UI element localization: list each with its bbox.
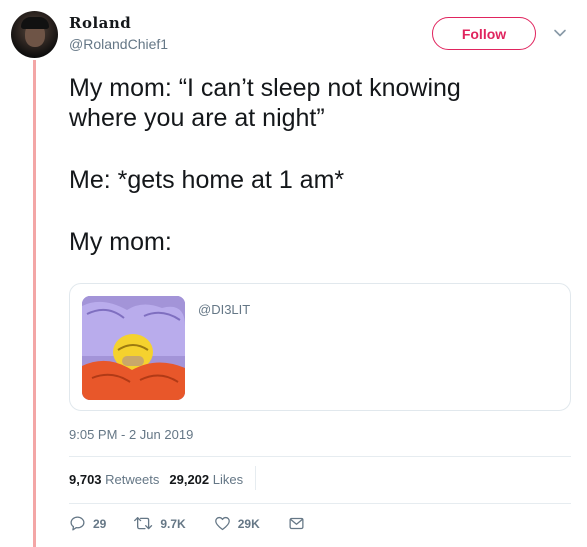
display-name[interactable]: Roland xyxy=(69,14,131,32)
media-source-handle[interactable]: @DI3LIT xyxy=(198,302,250,317)
reply-button[interactable]: 29 xyxy=(69,515,106,532)
chevron-down-icon[interactable] xyxy=(553,26,567,40)
media-card[interactable]: @DI3LIT xyxy=(69,283,571,411)
avatar[interactable] xyxy=(11,11,58,58)
timestamp[interactable]: 9:05 PM - 2 Jun 2019 xyxy=(69,427,193,442)
sleeping-character-image xyxy=(82,296,185,400)
follow-button[interactable]: Follow xyxy=(432,17,536,50)
retweet-button[interactable]: 9.7K xyxy=(134,515,186,532)
divider xyxy=(69,456,571,457)
likes-label: Likes xyxy=(212,472,244,487)
reply-count: 29 xyxy=(93,516,107,531)
like-button[interactable]: 29K xyxy=(214,515,260,532)
tweet-line: Me: *gets home at 1 am* xyxy=(69,166,345,194)
likes-stat[interactable]: 29,202 Likes xyxy=(169,472,243,487)
heart-icon xyxy=(214,516,230,531)
avatar-cap xyxy=(21,17,49,29)
stats-separator xyxy=(255,466,256,490)
reply-icon xyxy=(70,516,85,531)
divider xyxy=(69,503,571,504)
tweet-text: My mom: “I can’t sleep not knowing where… xyxy=(69,73,569,257)
likes-count: 29,202 xyxy=(169,472,210,487)
action-bar: 29 9.7K 29K xyxy=(69,515,333,532)
user-handle[interactable]: @RolandChief1 xyxy=(69,36,168,52)
retweet-icon xyxy=(134,516,153,530)
retweets-label: Retweets xyxy=(105,472,160,487)
media-thumbnail[interactable] xyxy=(82,296,185,400)
retweets-stat[interactable]: 9,703 Retweets xyxy=(69,472,159,487)
direct-message-button[interactable] xyxy=(288,515,305,532)
retweet-count: 9.7K xyxy=(160,516,186,531)
envelope-icon xyxy=(289,517,304,530)
retweets-count: 9,703 xyxy=(69,472,102,487)
tweet-line: where you are at night” xyxy=(69,104,325,132)
like-count: 29K xyxy=(237,516,260,531)
tweet-line: My mom: “I can’t sleep not knowing xyxy=(69,74,461,102)
tweet-line: My mom: xyxy=(69,228,172,256)
engagement-stats: 9,703 Retweets 29,202 Likes xyxy=(69,472,243,487)
thread-line xyxy=(33,60,36,547)
